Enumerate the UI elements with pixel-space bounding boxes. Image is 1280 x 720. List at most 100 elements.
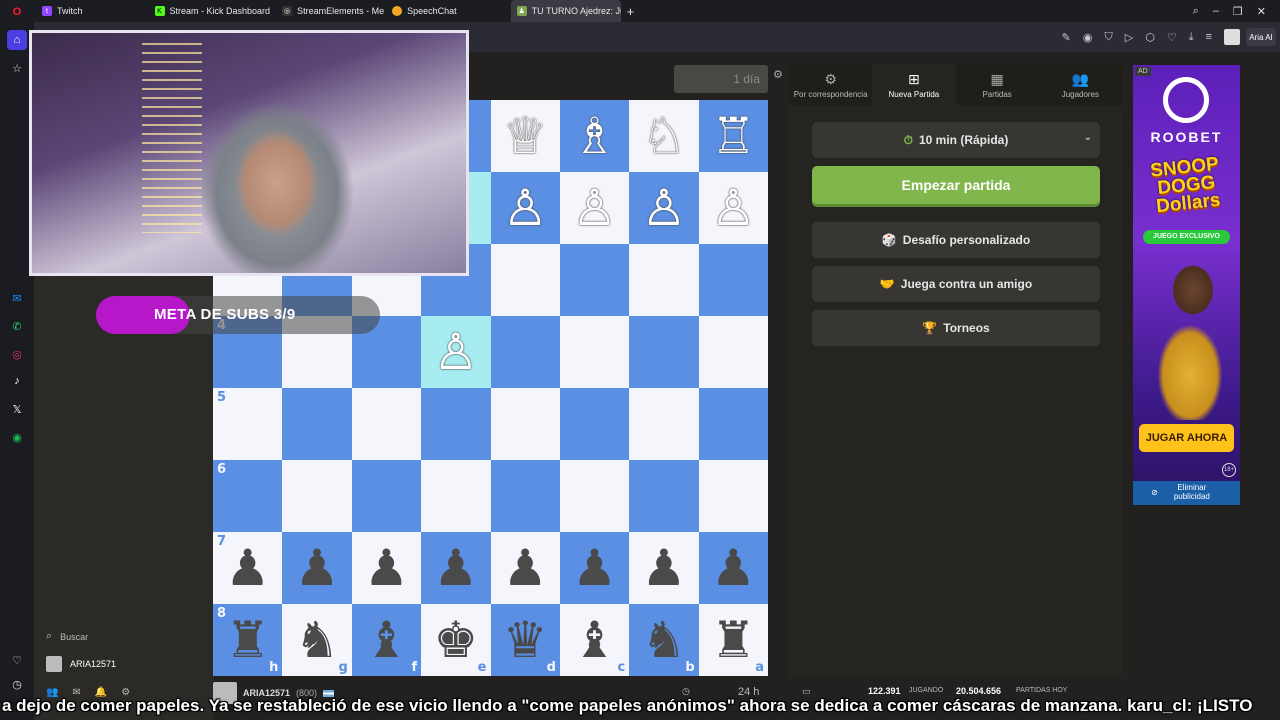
black-piece[interactable]: ♚ [433, 615, 478, 665]
black-piece[interactable]: ♟ [572, 543, 617, 593]
board-square[interactable]: ♟ 7 [213, 532, 283, 604]
board-square[interactable]: ♝ c [559, 604, 630, 676]
board-square[interactable]: ♙ [490, 172, 560, 244]
board-square[interactable] [490, 460, 560, 532]
board-square[interactable]: ♟ [629, 532, 699, 604]
white-piece[interactable]: ♙ [711, 183, 756, 233]
black-piece[interactable]: ♟ [295, 543, 340, 593]
camera-icon[interactable]: ◉ [1083, 31, 1093, 44]
time-control-dropdown[interactable]: ⏱ 10 min (Rápida) ⌄ [812, 122, 1100, 158]
tournaments-button[interactable]: 🏆 Torneos [812, 310, 1100, 346]
tiktok-icon[interactable]: ♪ [7, 371, 27, 391]
board-square[interactable]: ♜ 8 h [213, 604, 283, 676]
tab-correspondence[interactable]: ⚙ Por correspondencia [789, 65, 872, 105]
board-square[interactable]: ♟ [490, 532, 560, 604]
new-tab-button[interactable]: + [621, 0, 641, 22]
heart-outline-icon[interactable]: ♡ [7, 650, 27, 670]
cube-icon[interactable]: ⬡ [1145, 31, 1155, 44]
shield-icon[interactable]: ⛉ [1105, 31, 1113, 44]
white-piece[interactable]: ♙ [572, 183, 617, 233]
white-piece[interactable]: ♕ [503, 111, 548, 161]
play-friend-button[interactable]: 🤝 Juega contra un amigo [812, 266, 1100, 302]
board-square[interactable]: ♕ [490, 100, 560, 172]
black-piece[interactable]: ♝ [572, 615, 617, 665]
start-game-button[interactable]: Empezar partida [812, 166, 1100, 204]
board-square[interactable]: ♟ [559, 532, 630, 604]
white-piece[interactable]: ♙ [433, 327, 478, 377]
board-square[interactable]: ♗ [559, 100, 630, 172]
messenger-icon[interactable]: ✉ [7, 288, 27, 308]
board-square[interactable] [559, 316, 630, 388]
board-square[interactable]: 6 [213, 460, 283, 532]
board-square[interactable]: ♛ d [490, 604, 560, 676]
opera-logo-icon[interactable]: O [7, 2, 27, 22]
board-square[interactable]: ♖ [698, 100, 768, 172]
board-square[interactable]: ♝ f [351, 604, 422, 676]
board-square[interactable] [421, 460, 491, 532]
tab-new-game[interactable]: ⊞ Nueva Partida [872, 65, 956, 105]
black-piece[interactable]: ♟ [711, 543, 756, 593]
black-piece[interactable]: ♜ [225, 615, 270, 665]
black-piece[interactable]: ♟ [503, 543, 548, 593]
history-icon[interactable]: ◷ [7, 674, 27, 694]
search-icon[interactable]: ⌕ [1193, 5, 1199, 18]
browser-tab-chess[interactable]: ♟ TU TURNO Ajedrez: Juank [510, 0, 621, 22]
board-square[interactable] [421, 388, 491, 460]
advertisement[interactable]: AD ROOBET SNOOP DOGG Dollars JUEGO EXCLU… [1133, 65, 1240, 505]
tab-players[interactable]: 👥 Jugadores [1039, 65, 1122, 105]
spotify-icon[interactable]: ◉ [7, 427, 27, 447]
board-square[interactable]: ♙ [421, 316, 491, 388]
black-piece[interactable]: ♞ [295, 615, 340, 665]
board-square[interactable] [629, 316, 699, 388]
board-square[interactable] [629, 244, 699, 316]
black-piece[interactable]: ♝ [364, 615, 409, 665]
instagram-icon[interactable]: ◎ [7, 344, 27, 364]
star-icon[interactable]: ☆ [7, 58, 27, 78]
custom-challenge-button[interactable]: 🎲 Desafío personalizado [812, 222, 1100, 258]
black-piece[interactable]: ♟ [364, 543, 409, 593]
board-square[interactable] [559, 388, 630, 460]
board-square[interactable]: ♟ [282, 532, 352, 604]
search-link[interactable]: ⌕ Buscar [46, 630, 88, 643]
heart-icon[interactable]: ♡ [1167, 31, 1177, 44]
x-icon[interactable]: 𝕏 [7, 399, 27, 419]
board-square[interactable] [490, 388, 560, 460]
board-square[interactable]: ♟ [698, 532, 768, 604]
board-square[interactable]: ♞ b [629, 604, 699, 676]
browser-tab-speechchat[interactable]: SpeechChat [386, 0, 463, 22]
board-square[interactable] [351, 388, 422, 460]
ad-play-now-button[interactable]: JUGAR AHORA [1139, 424, 1234, 452]
profile-avatar[interactable] [1224, 29, 1240, 45]
board-square[interactable]: ♙ [629, 172, 699, 244]
board-square[interactable] [351, 460, 422, 532]
board-square[interactable] [559, 460, 630, 532]
board-square[interactable]: ♙ [559, 172, 630, 244]
board-square[interactable] [698, 244, 768, 316]
whatsapp-icon[interactable]: ✆ [7, 316, 27, 336]
board-square[interactable] [282, 388, 352, 460]
black-piece[interactable]: ♞ [642, 615, 687, 665]
board-square[interactable] [490, 316, 560, 388]
board-square[interactable]: ♟ [421, 532, 491, 604]
white-piece[interactable]: ♗ [572, 111, 617, 161]
home-icon[interactable]: ⌂ [7, 30, 27, 50]
board-square[interactable]: 5 [213, 388, 283, 460]
board-square[interactable] [559, 244, 630, 316]
browser-tab-streamelements[interactable]: ◎ StreamElements - Me [276, 0, 386, 22]
board-settings-gear-icon[interactable]: ⚙ [773, 68, 783, 81]
tab-games[interactable]: ▦ Partidas [956, 65, 1039, 105]
board-square[interactable]: ♘ [629, 100, 699, 172]
white-piece[interactable]: ♖ [711, 111, 756, 161]
minimize-icon[interactable]: – [1213, 5, 1219, 17]
black-piece[interactable]: ♜ [711, 615, 756, 665]
board-square[interactable]: ♙ [698, 172, 768, 244]
play-icon[interactable]: ▷ [1125, 31, 1133, 44]
close-icon[interactable]: ✕ [1257, 5, 1266, 18]
board-square[interactable] [282, 460, 352, 532]
white-piece[interactable]: ♙ [503, 183, 548, 233]
black-piece[interactable]: ♛ [503, 615, 548, 665]
ai-button[interactable]: Aria AI [1246, 28, 1276, 46]
black-piece[interactable]: ♟ [225, 543, 270, 593]
white-piece[interactable]: ♘ [642, 111, 687, 161]
board-square[interactable] [698, 316, 768, 388]
